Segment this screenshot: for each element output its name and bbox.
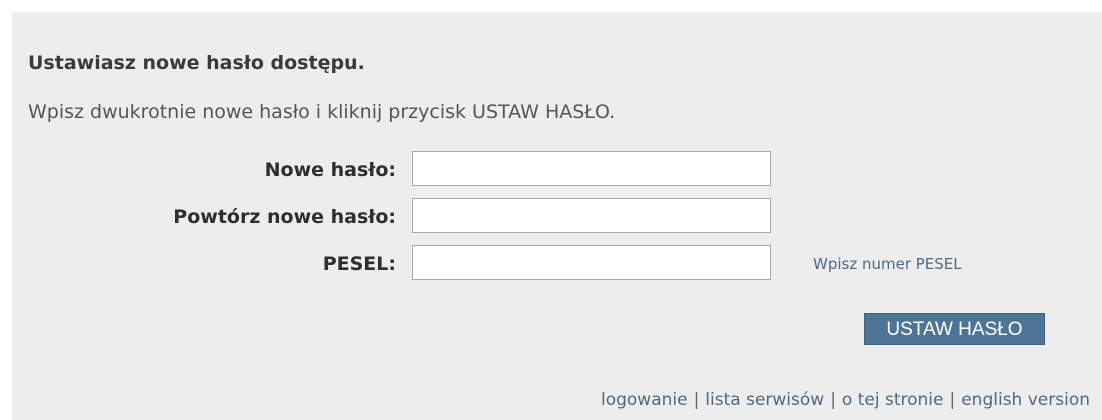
new-password-label: Nowe hasło:: [264, 159, 396, 181]
pesel-hint: Wpisz numer PESEL: [813, 255, 962, 273]
footer-links: logowanie | lista serwisów | o tej stronie | e…: [601, 390, 1090, 410]
password-reset-panel: Ustawiasz nowe hasło dostępu. Wpisz dwuk…: [12, 12, 1102, 420]
footer-link-about[interactable]: o tej stronie: [842, 390, 944, 410]
footer-link-login[interactable]: logowanie: [601, 390, 688, 410]
footer-separator: |: [693, 390, 700, 410]
instructions-text: Wpisz dwukrotnie nowe hasło i kliknij pr…: [28, 101, 616, 123]
pesel-input[interactable]: [412, 245, 771, 280]
footer-separator: |: [830, 390, 836, 410]
footer-separator: |: [949, 390, 956, 410]
repeat-password-input[interactable]: [412, 198, 771, 233]
new-password-input[interactable]: [412, 151, 771, 186]
pesel-label: PESEL:: [322, 253, 396, 275]
new-password-row: Nowe hasło:: [12, 151, 1102, 189]
page-heading: Ustawiasz nowe hasło dostępu.: [28, 52, 365, 74]
set-password-button[interactable]: USTAW HASŁO: [864, 313, 1045, 345]
footer-link-services[interactable]: lista serwisów: [705, 390, 824, 410]
repeat-password-label: Powtórz nowe hasło:: [173, 206, 396, 228]
repeat-password-row: Powtórz nowe hasło:: [12, 198, 1102, 236]
footer-link-english[interactable]: english version: [961, 390, 1090, 410]
pesel-row: PESEL: Wpisz numer PESEL: [12, 245, 1102, 283]
